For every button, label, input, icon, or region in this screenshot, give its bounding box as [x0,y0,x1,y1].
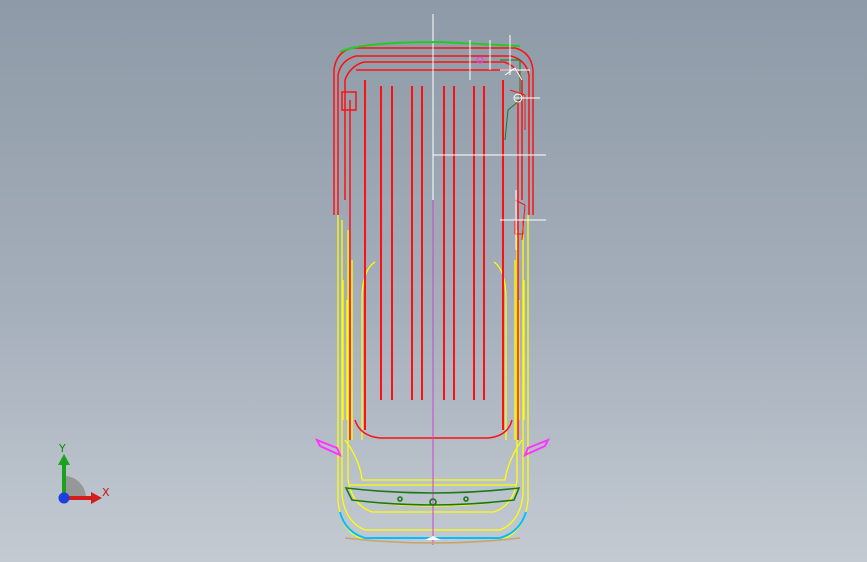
x-axis-label: X [102,486,110,499]
cad-viewport[interactable]: Y X [0,0,867,562]
y-axis-arrowhead [58,454,70,465]
van-wireframe-model[interactable] [0,0,867,562]
roof-ribs [364,80,504,430]
coordinate-triad: Y X [48,440,118,510]
roof-front-trim [339,40,521,53]
mirror-left [314,438,342,457]
z-axis-dot [58,492,70,504]
y-axis-label: Y [59,442,66,455]
x-axis-arrowhead [91,492,102,504]
